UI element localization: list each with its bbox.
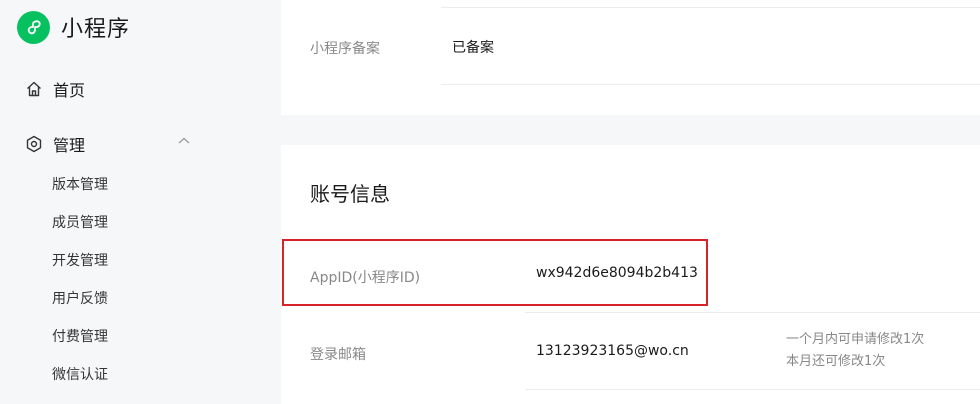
appid-label: AppID(小程序ID) [310,270,421,286]
divider [525,389,980,390]
nav-manage-label: 管理 [53,136,86,155]
email-hint-remaining: 本月还可修改1次 [786,354,886,369]
filing-value: 已备案 [452,40,494,56]
nav-item-manage[interactable]: 管理 [24,132,194,156]
settings-hexagon-icon [24,134,44,154]
account-info-card: 账号信息 AppID(小程序ID) wx942d6e8094b2b413 登录邮… [281,145,980,404]
email-label: 登录邮箱 [310,347,366,363]
divider [441,7,980,8]
sidebar-item-certification[interactable]: 微信认证 [52,364,108,384]
divider [525,312,980,313]
home-icon [24,79,44,99]
nav-home-label: 首页 [53,81,86,100]
brand[interactable]: 小程序 [17,10,130,44]
sidebar-item-payment[interactable]: 付费管理 [52,326,108,346]
divider [441,84,980,85]
filing-label: 小程序备案 [310,41,380,57]
sidebar-item-members[interactable]: 成员管理 [52,212,108,232]
section-title: 账号信息 [310,182,390,206]
app-title: 小程序 [61,17,131,42]
appid-value[interactable]: wx942d6e8094b2b413 [536,265,698,281]
sidebar-item-dev[interactable]: 开发管理 [52,250,108,270]
nav-item-home[interactable]: 首页 [24,77,85,101]
sidebar-item-feedback[interactable]: 用户反馈 [52,288,108,308]
filing-card: 小程序备案 已备案 [281,0,980,115]
sidebar-item-version[interactable]: 版本管理 [52,174,108,194]
mini-program-logo-icon [17,10,50,44]
sidebar: 小程序 首页 管理 版本管理 成员管理 开发管理 用户反馈 付费管理 微信认证 [0,0,280,404]
chevron-up-icon[interactable] [177,133,191,152]
email-value[interactable]: 13123923165@wo.cn [536,343,689,359]
email-hint-limit: 一个月内可申请修改1次 [786,332,925,347]
